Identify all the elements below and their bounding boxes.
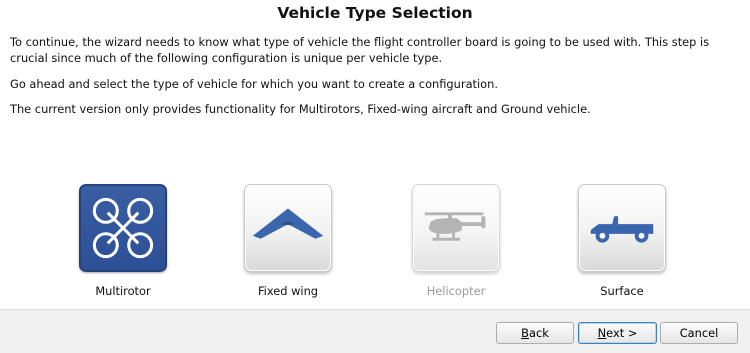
back-mnemonic: B	[521, 326, 529, 340]
vehicle-option-fixed-wing[interactable]	[244, 184, 332, 272]
next-button[interactable]: Next >	[578, 322, 657, 344]
vehicle-option-multirotor[interactable]	[79, 184, 167, 272]
back-button[interactable]: Back	[496, 322, 574, 344]
back-label: ack	[528, 326, 549, 340]
next-label: ext >	[606, 326, 638, 340]
page-title: Vehicle Type Selection	[277, 4, 473, 22]
note-paragraph: The current version only provides functi…	[10, 102, 591, 116]
cancel-button[interactable]: Cancel	[660, 322, 738, 344]
vehicle-label-multirotor: Multirotor	[95, 284, 151, 298]
vehicle-option-helicopter[interactable]	[412, 184, 500, 272]
helicopter-icon	[424, 212, 486, 241]
intro-paragraph: To continue, the wizard needs to know wh…	[10, 35, 710, 65]
vehicle-label-surface: Surface	[600, 284, 644, 298]
fixed-wing-icon	[252, 208, 324, 239]
vehicle-label-fixed-wing: Fixed wing	[257, 284, 319, 298]
vehicle-option-surface[interactable]	[578, 184, 666, 272]
multirotor-icon	[92, 197, 154, 259]
instruction-paragraph: Go ahead and select the type of vehicle …	[10, 77, 498, 91]
next-mnemonic: N	[597, 326, 607, 340]
vehicle-label-helicopter: Helicopter	[426, 284, 486, 298]
surface-vehicle-icon	[590, 216, 654, 243]
